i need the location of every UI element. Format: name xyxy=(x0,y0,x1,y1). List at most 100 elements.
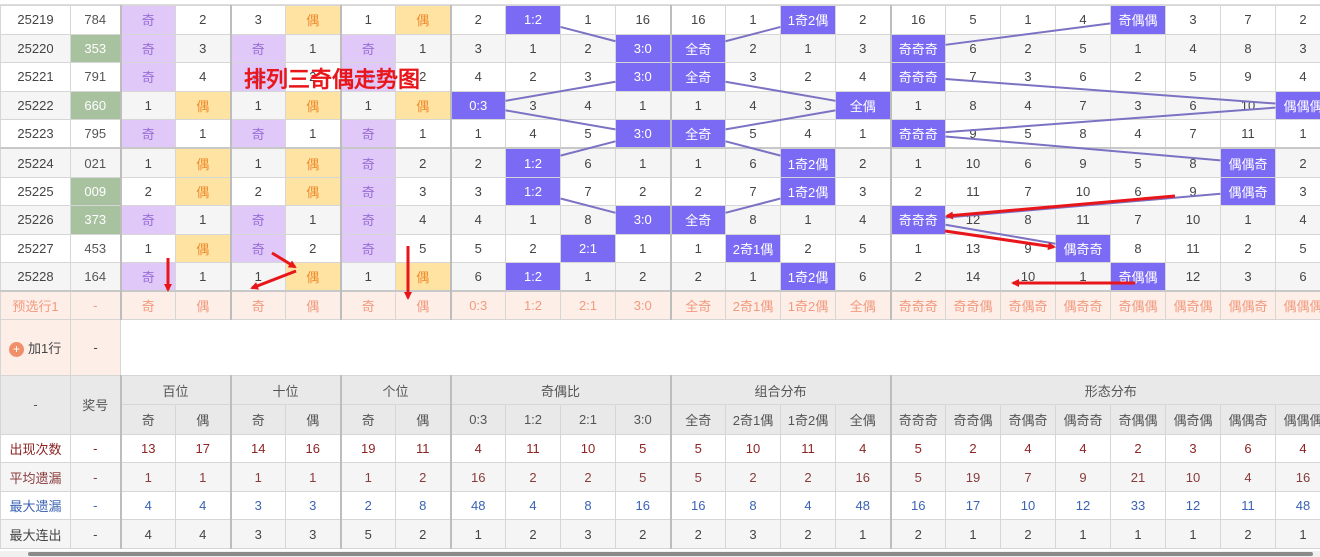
preselect-option[interactable]: 偶 xyxy=(285,290,341,320)
preselect-option[interactable]: 偶奇偶 xyxy=(1165,290,1221,320)
stats-value: 3 xyxy=(285,490,341,521)
stats-value: 5 xyxy=(615,462,671,492)
stats-value: 4 xyxy=(1220,462,1276,492)
scrollbar-thumb[interactable] xyxy=(28,552,1313,556)
stats-value: 3 xyxy=(229,490,286,521)
preselect-option[interactable]: 偶偶偶 xyxy=(1275,290,1320,320)
hit-cell: 2奇1偶 xyxy=(725,233,781,264)
miss-count-cell: 1 xyxy=(229,90,286,121)
hit-cell: 奇 xyxy=(339,33,396,64)
preselect-option[interactable]: 2:1 xyxy=(560,290,616,320)
hit-cell: 奇奇奇 xyxy=(889,119,946,149)
miss-count-cell: 1 xyxy=(285,205,341,235)
header-column: 偶 xyxy=(395,404,451,435)
miss-count-cell: 1 xyxy=(285,33,341,64)
miss-count-cell: 1 xyxy=(780,205,836,235)
stats-value: 11 xyxy=(505,433,561,464)
add-row: + 加1行 - xyxy=(0,318,1320,376)
stats-value: 10 xyxy=(1000,490,1056,521)
preselect-option[interactable]: 奇奇奇 xyxy=(889,290,946,320)
miss-count-cell: 1 xyxy=(725,5,781,35)
table-row: 25227 453 1 偶奇 2 奇 5 5 2 2:1 1 1 2奇1偶 2 5 1 13 9 偶奇奇 8 11 2 5 xyxy=(0,233,1320,264)
draw-number: 021 xyxy=(70,147,121,178)
draw-number: 373 xyxy=(70,205,121,235)
preselect-option[interactable]: 偶偶奇 xyxy=(1220,290,1276,320)
preselect-option[interactable]: 偶 xyxy=(395,290,451,320)
miss-count-cell: 9 xyxy=(1000,233,1056,264)
stats-value: 2 xyxy=(669,519,726,549)
miss-count-cell: 7 xyxy=(1220,5,1276,35)
preselect-option[interactable]: 奇 xyxy=(119,290,176,320)
miss-count-cell: 2 xyxy=(505,233,561,264)
hit-cell: 奇偶偶 xyxy=(1110,5,1166,35)
hit-cell: 奇 xyxy=(119,262,176,292)
header-group: 百位 xyxy=(119,374,231,406)
miss-count-cell: 1 xyxy=(615,147,671,178)
preselect-option[interactable]: 全奇 xyxy=(669,290,726,320)
miss-count-cell: 3 xyxy=(835,176,891,207)
hit-cell: 1:2 xyxy=(505,262,561,292)
miss-count-cell: 8 xyxy=(560,205,616,235)
miss-count-cell: 3 xyxy=(835,33,891,64)
add-row-button[interactable]: + 加1行 xyxy=(0,318,71,376)
miss-count-cell: 4 xyxy=(1000,90,1056,121)
miss-count-cell: 14 xyxy=(945,262,1001,292)
header-group: 组合分布 xyxy=(669,374,891,406)
hit-cell: 奇 xyxy=(339,233,396,264)
miss-count-cell: 2 xyxy=(669,176,726,207)
miss-count-cell: 1 xyxy=(1000,5,1056,35)
stats-value: 10 xyxy=(560,433,616,464)
stats-value: 4 xyxy=(1000,433,1056,464)
preselect-option[interactable]: 3:0 xyxy=(615,290,671,320)
miss-count-cell: 4 xyxy=(780,119,836,149)
draw-number: 791 xyxy=(70,62,121,92)
miss-count-cell: 5 xyxy=(945,5,1001,35)
stats-value: 4 xyxy=(1055,433,1111,464)
preselect-option[interactable]: 偶 xyxy=(175,290,231,320)
stats-value: 11 xyxy=(1220,490,1276,521)
preselect-option[interactable]: 奇偶偶 xyxy=(1110,290,1166,320)
hit-cell: 偶偶奇 xyxy=(1220,176,1276,207)
hit-cell: 奇 xyxy=(229,205,286,235)
stats-value: 5 xyxy=(669,462,726,492)
preselect-option[interactable]: 偶奇奇 xyxy=(1055,290,1111,320)
miss-count-cell: 1 xyxy=(889,147,946,178)
miss-count-cell: 2 xyxy=(1275,5,1320,35)
stats-value: 11 xyxy=(395,433,451,464)
header-column: 奇 xyxy=(229,404,286,435)
stats-value: 10 xyxy=(725,433,781,464)
header-group: 奇偶比 xyxy=(449,374,671,406)
stats-value: 16 xyxy=(449,462,506,492)
horizontal-scrollbar[interactable] xyxy=(0,551,1320,557)
miss-count-cell: 8 xyxy=(1220,33,1276,64)
hit-cell: 偶 xyxy=(285,5,341,35)
hit-cell: 3:0 xyxy=(615,205,671,235)
draw-number: 164 xyxy=(70,262,121,292)
hit-cell: 全偶 xyxy=(835,90,891,121)
preselect-option[interactable]: 奇 xyxy=(229,290,286,320)
miss-count-cell: 1 xyxy=(119,147,176,178)
stats-value: 1 xyxy=(1275,519,1320,549)
hit-cell: 奇 xyxy=(229,119,286,149)
miss-count-cell: 7 xyxy=(560,176,616,207)
preselect-option[interactable]: 1:2 xyxy=(505,290,561,320)
miss-count-cell: 1 xyxy=(889,233,946,264)
table-row: 25225 009 2 偶 2 偶奇 3 3 1:2 7 2 2 7 1奇2偶 3 2 11 7 10 6 9 偶偶奇 3 xyxy=(0,176,1320,207)
miss-count-cell: 1 xyxy=(615,90,671,121)
preselect-option[interactable]: 奇奇偶 xyxy=(945,290,1001,320)
stats-value: 4 xyxy=(505,490,561,521)
miss-count-cell: 1 xyxy=(339,5,396,35)
preselect-option[interactable]: 奇 xyxy=(339,290,396,320)
preselect-option[interactable]: 全偶 xyxy=(835,290,891,320)
preselect-option[interactable]: 奇偶奇 xyxy=(1000,290,1056,320)
miss-count-cell: 2 xyxy=(615,262,671,292)
miss-count-cell: 6 xyxy=(725,147,781,178)
stats-value: 3 xyxy=(725,519,781,549)
header-column: 偶偶奇 xyxy=(1220,404,1276,435)
preselect-option[interactable]: 2奇1偶 xyxy=(725,290,781,320)
preselect-option[interactable]: 0:3 xyxy=(449,290,506,320)
hit-cell: 偶偶偶 xyxy=(1275,90,1320,121)
preselect-option[interactable]: 1奇2偶 xyxy=(780,290,836,320)
miss-count-cell: 3 xyxy=(560,62,616,92)
table-row: 25219 784 奇 2 3 偶 1 偶 2 1:2 1 16 16 1 1奇2偶 2 16 5 1 4 奇偶偶 3 7 2 xyxy=(0,5,1320,35)
